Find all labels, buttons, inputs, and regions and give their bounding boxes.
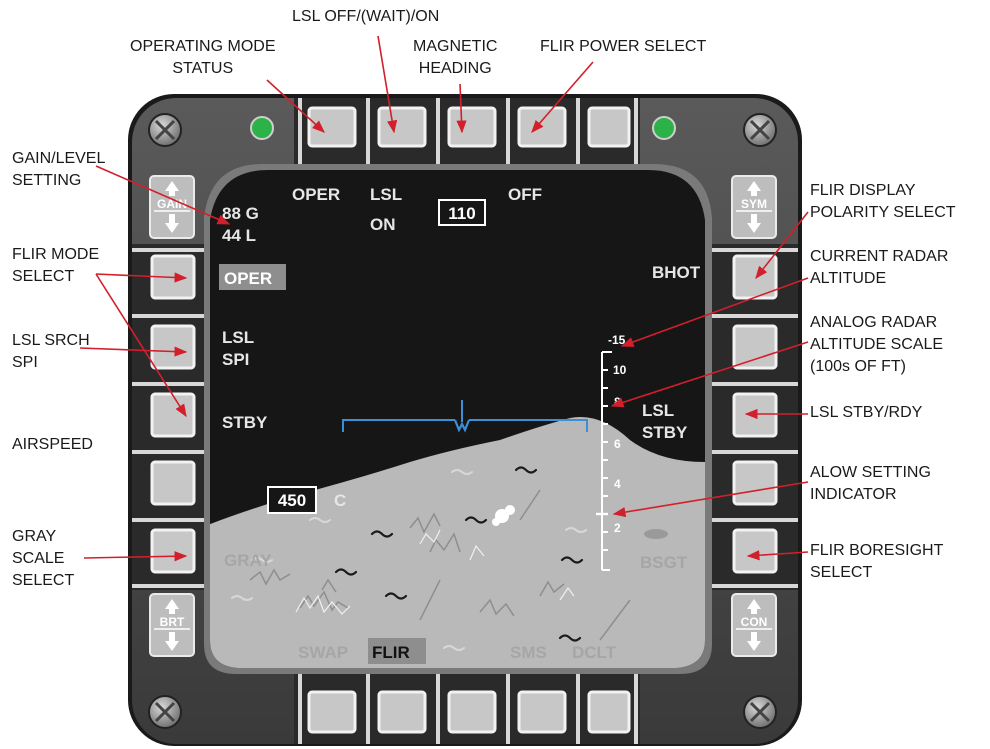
pushbutton-lsl-spi[interactable] bbox=[150, 324, 196, 370]
pushbutton-right-2[interactable] bbox=[732, 324, 778, 370]
altitude-tick-label: 10 bbox=[613, 363, 627, 377]
brt-rocker[interactable]: BRT bbox=[149, 593, 195, 657]
legend-stby-side: STBY bbox=[222, 413, 268, 432]
altitude-tick-label: 4 bbox=[614, 477, 621, 491]
pushbutton-flir-power[interactable] bbox=[517, 106, 567, 148]
legend-spi-side: SPI bbox=[222, 350, 249, 369]
legend-gain: 88 G bbox=[222, 204, 259, 223]
pushbutton-sms[interactable] bbox=[517, 690, 567, 734]
pushbutton-top-5[interactable] bbox=[587, 106, 631, 148]
pushbutton-lsl[interactable] bbox=[377, 106, 427, 148]
altitude-tick-label: 6 bbox=[614, 437, 621, 451]
terrain-blob bbox=[644, 529, 668, 539]
pushbutton-flir[interactable] bbox=[377, 690, 427, 734]
legend-oper-top: OPER bbox=[292, 185, 340, 204]
legend-dclt: DCLT bbox=[572, 643, 617, 662]
indicator-light-icon bbox=[250, 116, 274, 140]
legend-off: OFF bbox=[508, 185, 542, 204]
screw-icon bbox=[743, 695, 777, 729]
legend-level: 44 L bbox=[222, 226, 256, 245]
legend-airspeed-suffix: C bbox=[334, 491, 346, 510]
heading-readout: 110 bbox=[448, 204, 475, 223]
pushbutton-swap[interactable] bbox=[307, 690, 357, 734]
legend-bsgt: BSGT bbox=[640, 553, 688, 572]
sym-rocker[interactable]: SYM bbox=[731, 175, 777, 239]
legend-oper-side: OPER bbox=[224, 269, 272, 288]
legend-swap: SWAP bbox=[298, 643, 348, 662]
pushbutton-right-4[interactable] bbox=[732, 460, 778, 506]
legend-stby-right: STBY bbox=[642, 423, 688, 442]
legend-lsl-top: LSL bbox=[370, 185, 402, 204]
altitude-tick-label: 8 bbox=[614, 395, 621, 409]
legend-lsl-right: LSL bbox=[642, 401, 674, 420]
screw-icon bbox=[148, 113, 182, 147]
flir-display: -15 10 8 6 4 2 OPER LSL ON OFF 88 G 44 L… bbox=[210, 170, 705, 668]
pushbutton-stby[interactable] bbox=[150, 392, 196, 438]
pushbutton-dclt[interactable] bbox=[587, 690, 631, 734]
pushbutton-gray[interactable] bbox=[150, 528, 196, 574]
mfd-panel: GAIN SYM BRT CON -15 10 8 6 4 2 OPER LSL… bbox=[79, 35, 809, 746]
brt-rocker-label: BRT bbox=[160, 615, 185, 629]
altitude-tick-label: 2 bbox=[614, 521, 621, 535]
legend-bhot: BHOT bbox=[652, 263, 701, 282]
pushbutton-heading[interactable] bbox=[447, 106, 497, 148]
pushbutton-bsgt[interactable] bbox=[732, 528, 778, 574]
legend-gray: GRAY bbox=[224, 551, 272, 570]
gain-rocker[interactable]: GAIN bbox=[149, 175, 195, 239]
screw-icon bbox=[148, 695, 182, 729]
sym-rocker-label: SYM bbox=[741, 197, 767, 211]
legend-sms: SMS bbox=[510, 643, 547, 662]
screw-icon bbox=[743, 113, 777, 147]
con-rocker[interactable]: CON bbox=[731, 593, 777, 657]
pushbutton-lsl-stby[interactable] bbox=[732, 392, 778, 438]
legend-flir: FLIR bbox=[372, 643, 410, 662]
legend-lsl-side: LSL bbox=[222, 328, 254, 347]
pushbutton-oper[interactable] bbox=[307, 106, 357, 148]
pushbutton-bottom-3[interactable] bbox=[447, 690, 497, 734]
indicator-light-icon bbox=[652, 116, 676, 140]
con-rocker-label: CON bbox=[741, 615, 768, 629]
legend-lsl-on: ON bbox=[370, 215, 396, 234]
airspeed-readout: 450 bbox=[278, 491, 306, 510]
pushbutton-left-4[interactable] bbox=[150, 460, 196, 506]
